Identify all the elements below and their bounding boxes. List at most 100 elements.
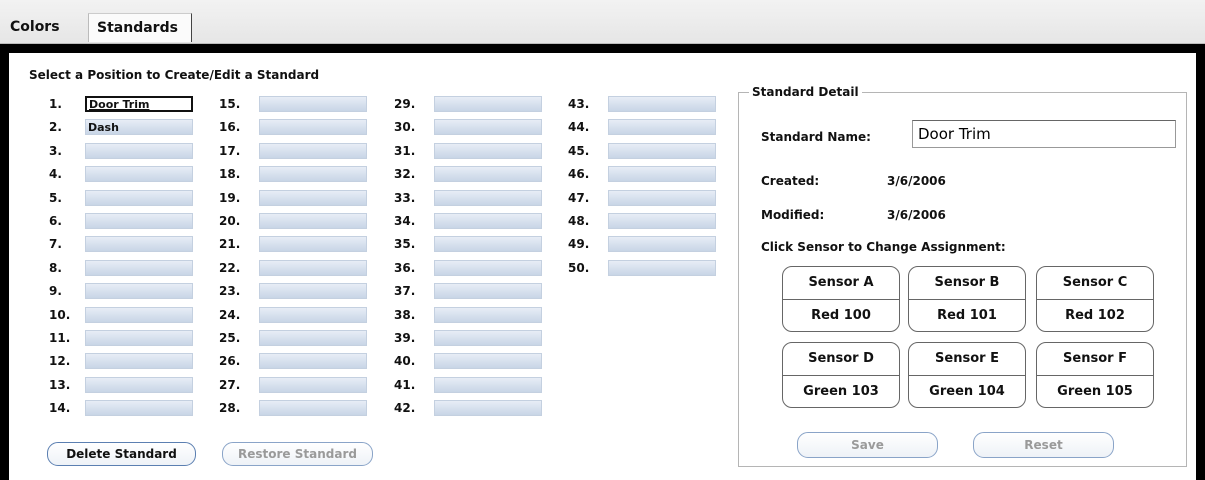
slot-number: 19. [219, 190, 241, 205]
slot-field[interactable] [85, 189, 193, 206]
slot-field[interactable] [434, 306, 542, 323]
slot-field[interactable] [608, 96, 716, 112]
slot-field[interactable] [259, 259, 367, 276]
slot-field[interactable] [259, 283, 367, 300]
slot-field[interactable] [608, 119, 716, 136]
slot-field[interactable] [434, 142, 542, 159]
slot-number: 8. [49, 260, 62, 275]
created-value: 3/6/2006 [887, 174, 946, 188]
sensor-color-assignment: Red 102 [1065, 308, 1125, 323]
positions-title: Select a Position to Create/Edit a Stand… [29, 68, 320, 82]
slot-number: 20. [219, 214, 241, 228]
slot-number: 35. [394, 237, 416, 252]
sensor-name: Sensor D [783, 343, 899, 376]
slot-field[interactable] [608, 236, 716, 253]
sensor-color-assignment: Green 104 [929, 384, 1005, 399]
slot-field[interactable] [259, 189, 367, 206]
slot-field[interactable] [608, 142, 716, 159]
slot-number: 42. [394, 401, 416, 416]
slot-number: 27. [219, 377, 241, 392]
slot-number: 23. [219, 284, 241, 299]
sensor-card[interactable]: Sensor F Green 105 [1036, 342, 1154, 408]
slot-field[interactable] [259, 400, 367, 417]
slot-field[interactable] [259, 166, 367, 183]
slot-field[interactable] [434, 259, 542, 276]
sensor-name: Sensor F [1037, 343, 1153, 376]
slot-field[interactable] [259, 353, 367, 370]
slot-field[interactable] [259, 119, 367, 136]
slot-field[interactable] [434, 400, 542, 417]
slot-field[interactable] [259, 142, 367, 159]
slot-number: 43. [568, 97, 590, 111]
slot-field[interactable] [85, 400, 193, 417]
slot-field[interactable] [608, 166, 716, 183]
slot-number: 30. [394, 120, 416, 135]
slot-field[interactable] [434, 119, 542, 136]
slot-number: 50. [568, 260, 590, 275]
slot-field[interactable] [85, 283, 193, 300]
slot-number: 15. [219, 97, 241, 111]
slot-field[interactable] [434, 353, 542, 370]
modified-value: 3/6/2006 [887, 208, 946, 222]
slot-field[interactable] [259, 213, 367, 229]
sensor-card[interactable]: Sensor B Red 101 [908, 266, 1026, 332]
standard-name-input[interactable] [912, 120, 1176, 148]
slot-field[interactable] [434, 330, 542, 346]
slot-field[interactable] [85, 213, 193, 229]
restore-standard-button[interactable]: Restore Standard [222, 442, 373, 466]
reset-button[interactable]: Reset [973, 432, 1114, 458]
slot-field[interactable] [85, 236, 193, 253]
slot-field[interactable] [85, 330, 193, 346]
slot-field[interactable] [434, 166, 542, 183]
slot-field[interactable]: Door Trim [85, 96, 193, 112]
slot-field[interactable] [259, 376, 367, 393]
slot-number: 36. [394, 260, 416, 275]
slot-number: 12. [49, 354, 71, 369]
slot-number: 33. [394, 190, 416, 205]
sensor-color-assignment: Red 101 [937, 308, 997, 323]
slot-field[interactable] [608, 213, 716, 229]
slot-field[interactable] [85, 142, 193, 159]
slot-number: 34. [394, 214, 416, 228]
slot-number: 14. [49, 401, 71, 416]
slot-field[interactable] [434, 283, 542, 300]
slot-field[interactable] [259, 306, 367, 323]
slot-field[interactable] [85, 306, 193, 323]
slot-field[interactable] [434, 96, 542, 112]
save-button[interactable]: Save [797, 432, 938, 458]
slot-field[interactable] [434, 189, 542, 206]
sensor-card[interactable]: Sensor C Red 102 [1036, 266, 1154, 332]
sensor-card[interactable]: Sensor E Green 104 [908, 342, 1026, 408]
slot-field[interactable] [434, 236, 542, 253]
slot-number: 6. [49, 214, 62, 228]
slot-number: 41. [394, 377, 416, 392]
slot-field[interactable] [85, 166, 193, 183]
slot-field[interactable] [608, 259, 716, 276]
slot-value: Dash [88, 121, 119, 135]
sensor-card[interactable]: Sensor A Red 100 [782, 266, 900, 332]
modified-label: Modified: [761, 208, 825, 222]
tab-standards[interactable]: Standards [88, 13, 192, 42]
slot-number: 16. [219, 120, 241, 135]
tab-colors[interactable]: Colors [10, 13, 60, 42]
slot-field[interactable] [85, 376, 193, 393]
slot-field[interactable] [608, 189, 716, 206]
slot-field[interactable] [85, 259, 193, 276]
slot-number: 4. [49, 167, 62, 182]
slot-number: 40. [394, 354, 416, 369]
slot-field[interactable] [434, 213, 542, 229]
slot-field[interactable] [434, 376, 542, 393]
created-label: Created: [761, 174, 820, 188]
slot-field[interactable] [85, 353, 193, 370]
delete-standard-button[interactable]: Delete Standard [47, 442, 196, 466]
slot-field[interactable] [259, 330, 367, 346]
sensor-name: Sensor C [1037, 267, 1153, 300]
slot-number: 29. [394, 97, 416, 111]
standard-name-label: Standard Name: [761, 130, 871, 144]
slot-number: 21. [219, 237, 241, 252]
slot-field[interactable]: Dash [85, 119, 193, 136]
slot-field[interactable] [259, 236, 367, 253]
sensor-card[interactable]: Sensor D Green 103 [782, 342, 900, 408]
slot-value: Door Trim [89, 98, 150, 111]
slot-field[interactable] [259, 96, 367, 112]
